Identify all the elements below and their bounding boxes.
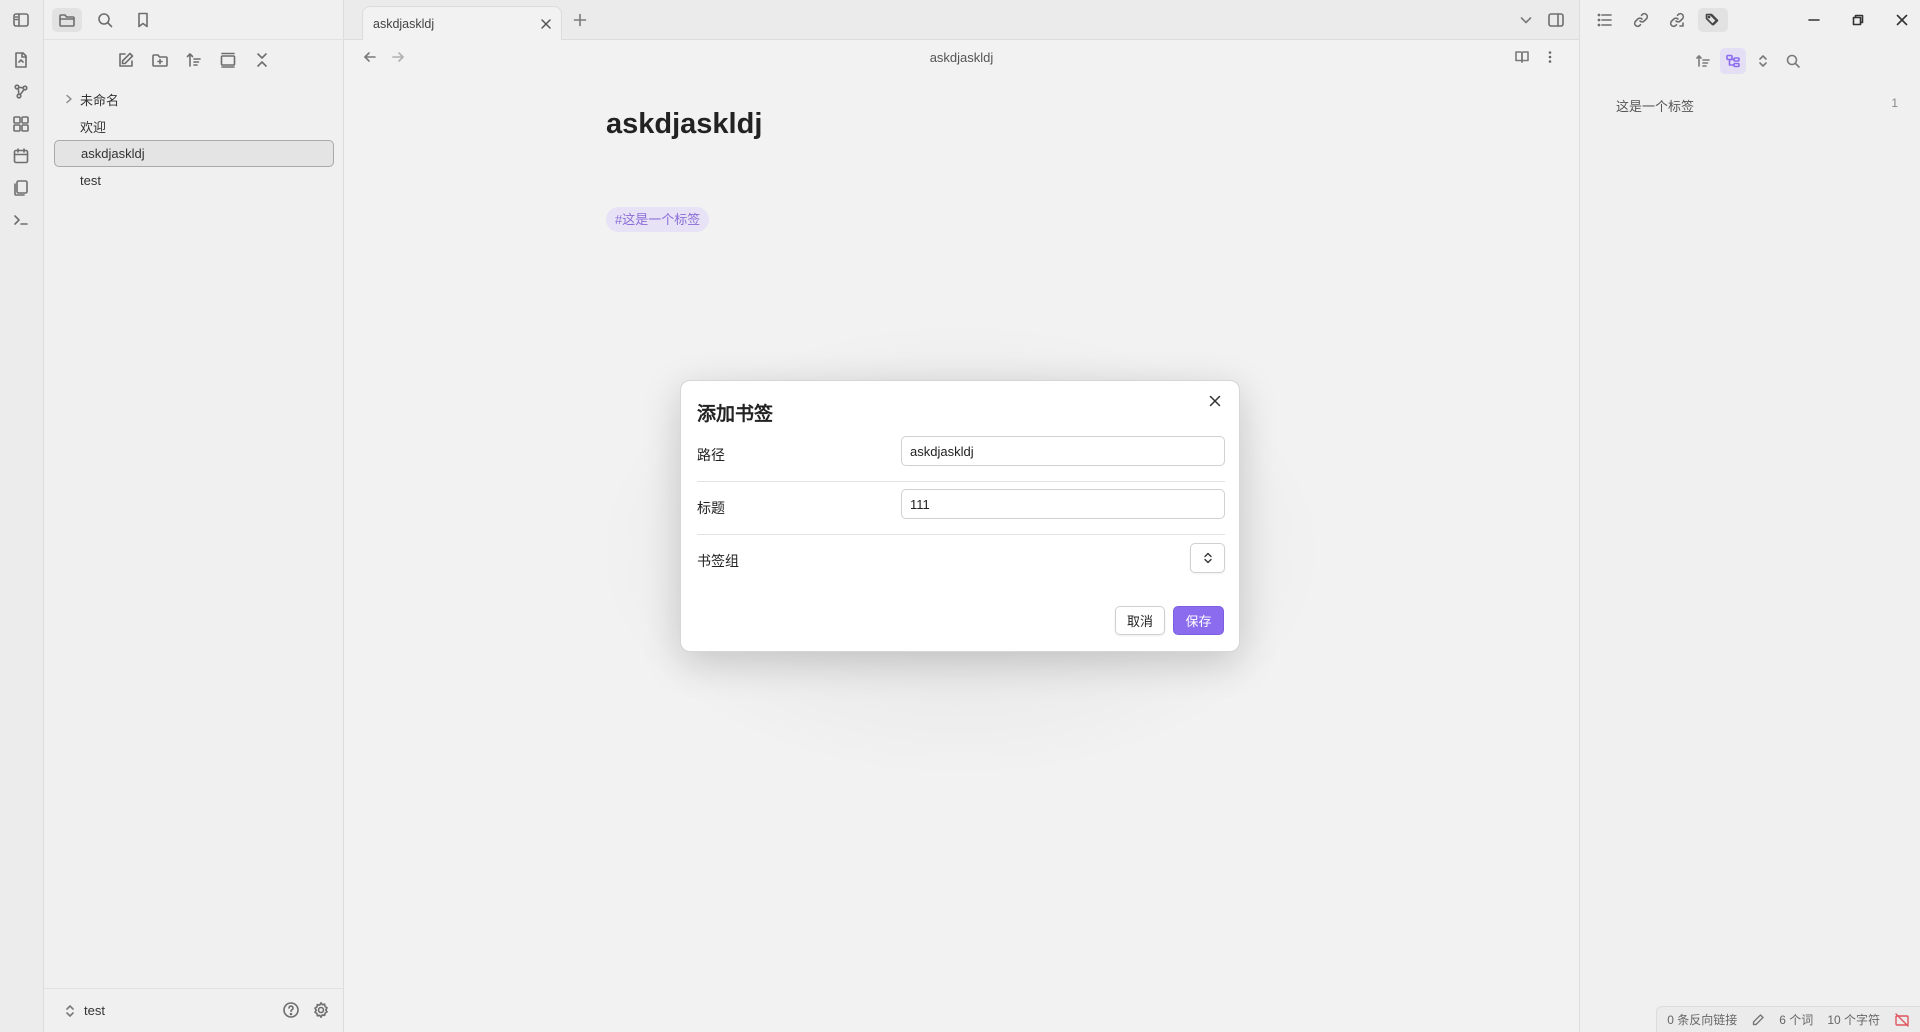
tab-list-chevron-down-icon[interactable] [1518,12,1534,28]
reading-view-book-icon[interactable] [1514,49,1530,65]
outline-list-icon[interactable] [1590,8,1620,32]
show-nested-tags-icon[interactable] [1720,48,1746,74]
backlinks-count[interactable]: 0 条反向链接 [1667,1011,1737,1028]
add-bookmark-modal: 添加书签 路径 标题 书签组 取消 保存 [680,380,1240,652]
tree-item-label: test [80,173,101,188]
path-label: 路径 [697,447,725,463]
open-quick-switcher-icon[interactable] [12,51,32,71]
view-header: askdjaskldj [344,40,1579,76]
graph-view-icon[interactable] [12,83,32,103]
group-row: 书签组 [697,535,1225,588]
sort-tags-icon[interactable] [1690,48,1716,74]
right-sidebar: 这是一个标签 1 [1579,0,1920,1032]
new-tab-icon[interactable] [572,12,588,28]
close-window-icon[interactable] [1894,12,1910,28]
toggle-right-sidebar-icon[interactable] [1547,11,1565,29]
word-count: 6 个词 [1779,1013,1814,1027]
backlinks-link-icon[interactable] [1626,8,1656,32]
vault-switch-icon[interactable] [62,1003,78,1019]
char-count: 10 个字符 [1827,1013,1880,1027]
vault-switcher-bar: test [44,988,344,1032]
tags-icon[interactable] [1698,8,1728,32]
file-tree: 未命名 欢迎 askdjaskldj test [54,86,334,194]
tree-item-label: askdjaskldj [81,146,145,161]
tree-file[interactable]: test [54,167,334,194]
tag-pane-actions [1580,48,1920,74]
outgoing-links-icon[interactable] [1662,8,1692,32]
note-tag[interactable]: #这是一个标签 [606,207,710,232]
view-header-title[interactable]: askdjaskldj [344,50,1579,65]
settings-gear-icon[interactable] [312,1001,330,1019]
toggle-left-sidebar-icon[interactable] [12,11,30,29]
search-tab[interactable] [90,8,120,32]
ribbon [0,0,44,1032]
minimize-icon[interactable] [1806,12,1822,28]
canvas-icon[interactable] [12,115,32,135]
path-input[interactable] [901,436,1225,466]
cancel-button[interactable]: 取消 [1115,606,1165,635]
right-sidebar-tabs [1580,0,1920,40]
restore-window-icon[interactable] [1850,12,1866,28]
tag-list-item[interactable]: 这是一个标签 1 [1616,96,1906,118]
close-tab-icon[interactable] [539,17,553,31]
auto-reveal-icon[interactable] [218,48,238,72]
edit-mode-pencil-icon[interactable] [1751,1013,1765,1027]
tree-folder[interactable]: 未命名 [54,86,334,113]
file-explorer-tab[interactable] [52,8,82,32]
collapse-all-icon[interactable] [252,48,272,72]
status-bar: 0 条反向链接 6 个词 10 个字符 [1656,1006,1920,1032]
help-icon[interactable] [282,1001,300,1019]
search-tags-icon[interactable] [1780,48,1806,74]
path-row: 路径 [697,429,1225,482]
left-sidebar-tabs [44,0,344,40]
tree-file[interactable]: 欢迎 [54,113,334,140]
more-options-icon[interactable] [1542,49,1558,65]
bookmark-group-dropdown[interactable] [1190,543,1225,573]
modal-title: 添加书签 [697,404,774,425]
updown-chevron-icon [1203,552,1212,564]
title-label: 标题 [697,500,725,516]
expand-collapse-icon[interactable] [1750,48,1776,74]
tag-name: 这是一个标签 [1616,99,1695,114]
group-label: 书签组 [697,553,739,569]
new-folder-icon[interactable] [150,48,170,72]
title-row: 标题 [697,482,1225,535]
tree-item-label: 欢迎 [80,120,107,135]
modal-close-icon[interactable] [1207,393,1223,409]
left-sidebar: 未命名 欢迎 askdjaskldj test test [44,0,344,1032]
new-note-icon[interactable] [116,48,136,72]
tab-label: askdjaskldj [373,17,435,31]
bookmarks-tab[interactable] [128,8,158,32]
sort-order-icon[interactable] [184,48,204,72]
bookmark-title-input[interactable] [901,489,1225,519]
vault-name[interactable]: test [84,1003,105,1018]
chevron-right-icon [63,93,75,105]
sync-status-icon[interactable] [1894,1012,1910,1028]
command-palette-icon[interactable] [12,211,32,231]
file-explorer-actions [44,48,344,74]
tree-item-label: 未命名 [80,93,120,108]
templates-icon[interactable] [12,179,32,199]
save-button[interactable]: 保存 [1173,606,1224,635]
daily-note-icon[interactable] [12,147,32,167]
note-title[interactable]: askdjaskldj [606,108,762,141]
tree-file-active[interactable]: askdjaskldj [54,140,334,167]
tag-count: 1 [1891,96,1898,110]
tab-bar: askdjaskldj [344,0,1579,40]
tab-askdjaskldj[interactable]: askdjaskldj [362,6,562,40]
